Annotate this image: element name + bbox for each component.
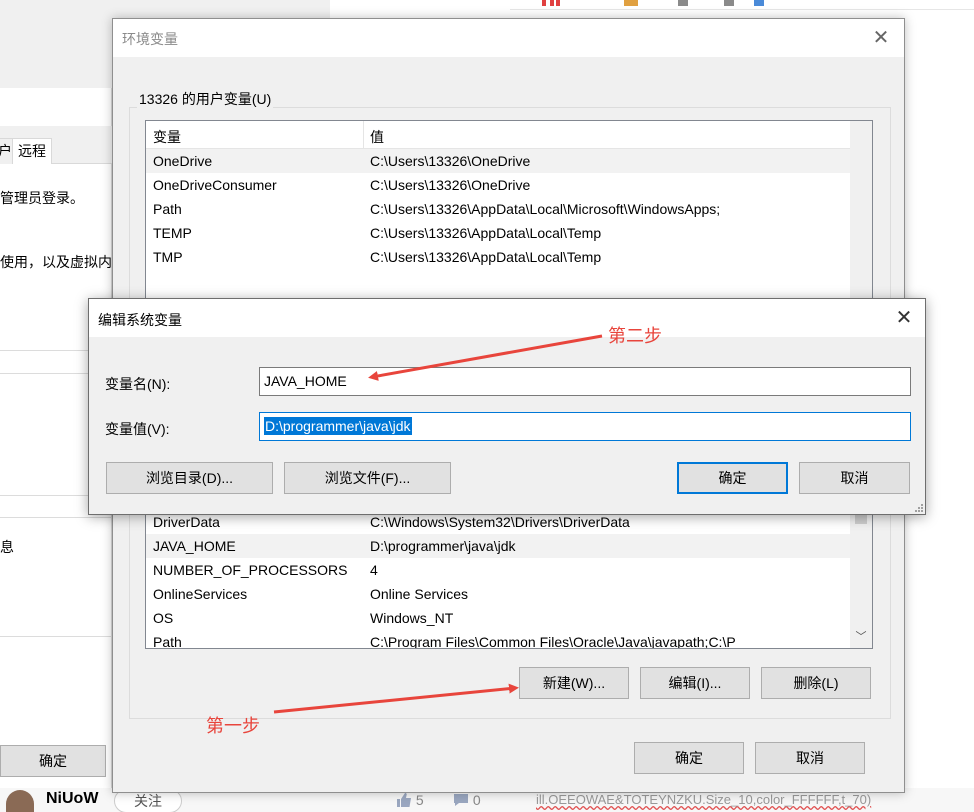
edit-system-variable-dialog: 编辑系统变量 ✕ 变量名(N): JAVA_HOME 变量值(V): D:\pr… <box>88 298 926 515</box>
variable-name-field[interactable]: JAVA_HOME <box>259 367 911 396</box>
variable-value: Online Services <box>370 586 469 602</box>
variable-value-selected-text: D:\programmer\java\jdk <box>264 417 412 435</box>
delete-variable-button[interactable]: 删除(L) <box>761 667 871 699</box>
divider <box>0 517 112 518</box>
variable-value-label: 变量值(V): <box>105 421 170 437</box>
edit-dialog-title: 编辑系统变量 <box>98 312 182 328</box>
like-count[interactable]: 5 <box>396 792 424 808</box>
variable-value: C:\Users\13326\OneDrive <box>370 153 531 169</box>
edit-dialog-titlebar: 编辑系统变量 ✕ <box>89 299 925 337</box>
list-item[interactable]: OS Windows_NT <box>146 606 851 630</box>
variable-value: 4 <box>370 562 378 578</box>
variable-value: C:\Users\13326\AppData\Local\Temp <box>370 249 602 265</box>
variable-value: C:\Users\13326\AppData\Local\Temp <box>370 225 602 241</box>
column-separator[interactable] <box>363 121 364 149</box>
like-count-value: 5 <box>415 792 424 808</box>
variable-name: TMP <box>153 249 183 265</box>
variable-name: OneDriveConsumer <box>153 177 277 193</box>
author-name[interactable]: NiUoW <box>46 790 98 808</box>
edit-cancel-button[interactable]: 取消 <box>799 462 910 494</box>
list-item[interactable]: Path C:\Users\13326\AppData\Local\Micros… <box>146 197 851 221</box>
variable-name: TEMP <box>153 225 192 241</box>
close-icon[interactable]: ✕ <box>868 25 894 51</box>
virtual-memory-text: 使用，以及虚拟内 <box>0 254 112 270</box>
list-header: 变量 值 <box>146 121 872 149</box>
variable-name: OneDrive <box>153 153 213 169</box>
scroll-down-arrow-icon[interactable]: ﹀ <box>850 628 872 644</box>
user-variables-label: 13326 的用户变量(U) <box>137 89 274 109</box>
new-variable-button[interactable]: 新建(W)... <box>519 667 629 699</box>
env-ok-button[interactable]: 确定 <box>634 742 744 774</box>
column-header-variable[interactable]: 变量 <box>153 127 181 147</box>
variable-name: OnlineServices <box>153 586 248 602</box>
variable-name: OS <box>153 610 174 626</box>
variable-name-label: 变量名(N): <box>105 376 171 392</box>
avatar[interactable] <box>6 790 34 812</box>
system-properties-ok-button[interactable]: 确定 <box>0 745 106 777</box>
variable-name-value: JAVA_HOME <box>264 373 347 389</box>
comment-count[interactable]: 0 <box>453 792 481 808</box>
admin-login-text: 管理员登录。 <box>0 190 84 206</box>
user-variables-list[interactable]: 变量 值 OneDrive C:\Users\13326\OneDrive On… <box>145 120 873 300</box>
env-dialog-title: 环境变量 <box>122 31 178 47</box>
scrollbar-thumb[interactable] <box>855 514 867 524</box>
toolbar-icons-partial <box>542 0 764 6</box>
resize-grip-icon[interactable] <box>913 502 923 512</box>
variable-value-field[interactable]: D:\programmer\java\jdk <box>259 412 911 441</box>
list-item[interactable]: NUMBER_OF_PROCESSORS 4 <box>146 558 851 582</box>
list-item[interactable]: OneDriveConsumer C:\Users\13326\OneDrive <box>146 173 851 197</box>
divider <box>0 636 112 637</box>
column-header-value[interactable]: 值 <box>370 127 384 147</box>
comment-count-value: 0 <box>472 792 481 808</box>
list-item[interactable]: TEMP C:\Users\13326\AppData\Local\Temp <box>146 221 851 245</box>
list-item[interactable]: Path C:\Program Files\Common Files\Oracl… <box>146 630 851 649</box>
variable-value: C:\Users\13326\AppData\Local\Microsoft\W… <box>370 201 721 217</box>
list-item[interactable]: OnlineServices Online Services <box>146 582 851 606</box>
env-cancel-button[interactable]: 取消 <box>755 742 865 774</box>
browse-directory-button[interactable]: 浏览目录(D)... <box>106 462 273 494</box>
edit-ok-button[interactable]: 确定 <box>677 462 788 494</box>
code-snippet-text: ill.OEEOWAE&TOTEYNZKU.Size_10,color_FFFF… <box>536 792 872 807</box>
system-variables-list[interactable]: DriverData C:\Windows\System32\Drivers\D… <box>145 509 873 649</box>
system-properties-tabs: 户 远程 <box>0 126 112 164</box>
env-dialog-titlebar: 环境变量 ✕ <box>113 19 904 57</box>
system-list-scrollbar[interactable]: ﹀ <box>850 510 872 648</box>
thumb-up-icon <box>397 793 411 807</box>
list-item[interactable]: TMP C:\Users\13326\AppData\Local\Temp <box>146 245 851 269</box>
browse-file-button[interactable]: 浏览文件(F)... <box>284 462 451 494</box>
variable-value: C:\Users\13326\OneDrive <box>370 177 531 193</box>
annotation-step-1: 第一步 <box>206 716 260 737</box>
edit-variable-button[interactable]: 编辑(I)... <box>640 667 750 699</box>
variable-value: D:\programmer\java\jdk <box>370 538 516 554</box>
list-item[interactable]: JAVA_HOME D:\programmer\java\jdk <box>146 534 851 558</box>
variable-value: C:\Program Files\Common Files\Oracle\Jav… <box>370 634 736 649</box>
annotation-step-2: 第二步 <box>608 326 662 347</box>
variable-name: JAVA_HOME <box>153 538 236 554</box>
info-text: 息 <box>0 539 14 555</box>
variable-name: Path <box>153 201 182 217</box>
tab-remote[interactable]: 远程 <box>12 138 52 164</box>
variable-name: Path <box>153 634 182 649</box>
variable-name: NUMBER_OF_PROCESSORS <box>153 562 348 578</box>
comment-icon <box>454 794 468 806</box>
variable-value: Windows_NT <box>370 610 454 626</box>
background-window-top <box>510 0 974 10</box>
close-icon[interactable]: ✕ <box>891 305 917 331</box>
user-list-scrollbar[interactable] <box>850 121 872 299</box>
list-item[interactable]: OneDrive C:\Users\13326\OneDrive <box>146 149 851 173</box>
